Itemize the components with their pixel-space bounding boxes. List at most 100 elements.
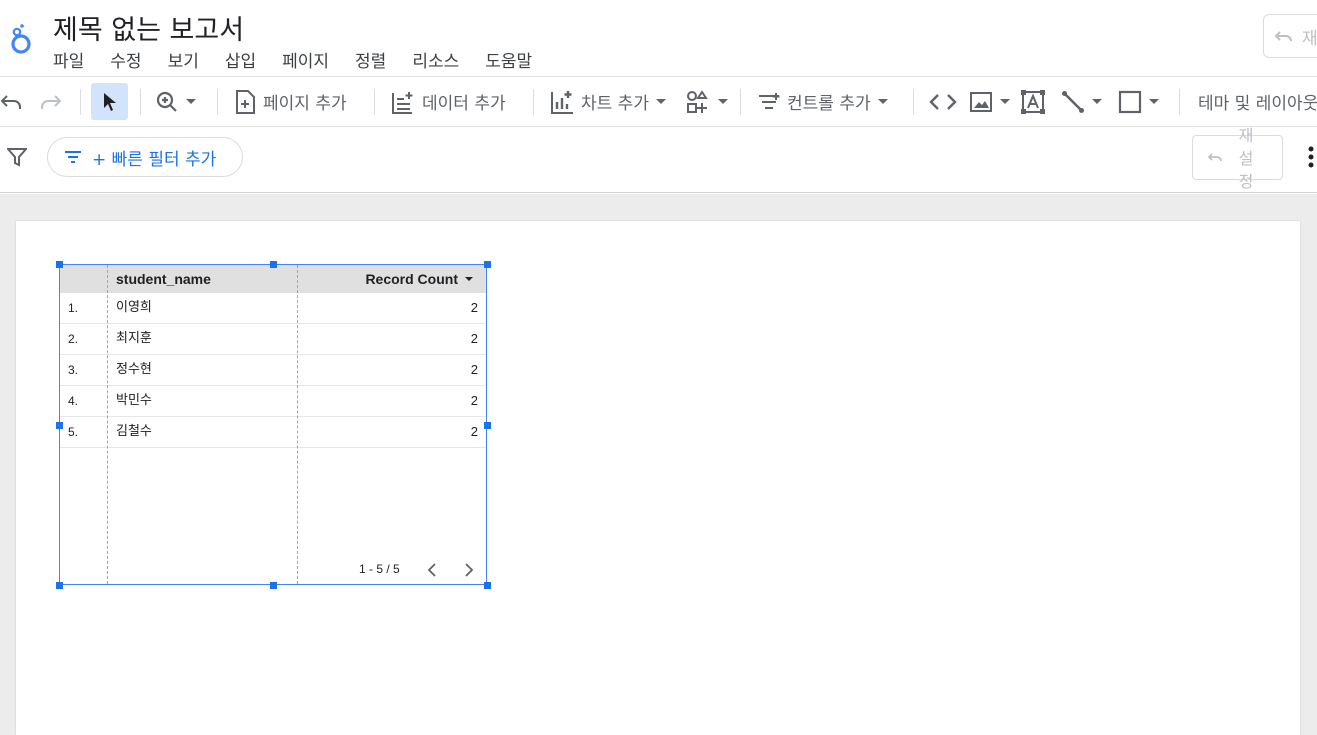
resize-handle[interactable] bbox=[56, 422, 63, 429]
add-chart-label: 차트 추가 bbox=[581, 94, 649, 114]
chevron-down-icon bbox=[186, 98, 196, 104]
menu-help[interactable]: 도움말 bbox=[485, 47, 532, 72]
reset-label: 재설정 bbox=[1238, 126, 1254, 191]
undo-icon bbox=[1274, 31, 1292, 42]
table-row[interactable]: 4. 박민수 2 bbox=[60, 386, 486, 417]
text-icon bbox=[1021, 89, 1045, 114]
menu-edit[interactable]: 수정 bbox=[110, 47, 141, 72]
resize-handle[interactable] bbox=[270, 261, 277, 268]
chevron-down-icon bbox=[1092, 98, 1102, 104]
record-count-cell: 2 bbox=[470, 424, 478, 439]
add-chart-button[interactable]: 차트 추가 bbox=[549, 77, 667, 126]
table-chart[interactable]: student_name Record Count 1. 이영희 2 2. 최지… bbox=[59, 264, 487, 585]
table-header: student_name Record Count bbox=[60, 265, 486, 293]
menu-arrange[interactable]: 정렬 bbox=[355, 47, 386, 72]
resize-handle[interactable] bbox=[484, 582, 491, 589]
chevron-down-icon bbox=[718, 98, 728, 104]
resize-handle[interactable] bbox=[270, 582, 277, 589]
record-count-cell: 2 bbox=[470, 362, 478, 377]
undo-icon bbox=[1207, 153, 1222, 162]
image-button[interactable] bbox=[969, 77, 1011, 126]
resize-handle[interactable] bbox=[484, 422, 491, 429]
add-page-label: 페이지 추가 bbox=[263, 94, 347, 114]
menu-bar: 파일 수정 보기 삽입 페이지 정렬 리소스 도움말 bbox=[53, 47, 558, 72]
add-quick-filter-button[interactable]: + 빠른 필터 추가 bbox=[47, 137, 243, 177]
student-name-cell: 김철수 bbox=[116, 424, 152, 439]
add-control-label: 컨트롤 추가 bbox=[787, 94, 871, 114]
image-icon bbox=[970, 91, 992, 112]
resize-handle[interactable] bbox=[484, 261, 491, 268]
table-row[interactable]: 2. 최지훈 2 bbox=[60, 324, 486, 355]
filter-list-icon bbox=[65, 151, 81, 163]
student-name-cell: 이영희 bbox=[116, 300, 152, 315]
record-count-cell: 2 bbox=[470, 300, 478, 315]
sort-desc-icon[interactable] bbox=[464, 276, 474, 282]
select-tool-button[interactable] bbox=[91, 83, 128, 120]
row-index: 5. bbox=[68, 425, 79, 439]
student-name-cell: 박민수 bbox=[116, 393, 152, 408]
column-divider[interactable] bbox=[297, 265, 298, 584]
row-index: 1. bbox=[68, 301, 79, 315]
menu-insert[interactable]: 삽입 bbox=[225, 47, 256, 72]
student-name-cell: 최지훈 bbox=[116, 331, 152, 346]
zoom-icon bbox=[156, 91, 177, 112]
undo-icon bbox=[0, 94, 21, 109]
table-row[interactable]: 5. 김철수 2 bbox=[60, 417, 486, 448]
theme-layout-button[interactable]: 테마 및 레이아웃 bbox=[1198, 77, 1317, 126]
shape-button[interactable] bbox=[1118, 77, 1160, 126]
add-quick-filter-label: + 빠른 필터 추가 bbox=[92, 149, 217, 170]
column-divider[interactable] bbox=[107, 265, 108, 584]
record-count-cell: 2 bbox=[470, 393, 478, 408]
text-button[interactable] bbox=[1020, 77, 1046, 126]
zoom-button[interactable] bbox=[155, 77, 197, 126]
looker-studio-logo-icon[interactable] bbox=[8, 20, 36, 56]
pagination-label: 1 - 5 / 5 bbox=[359, 562, 400, 576]
menu-file[interactable]: 파일 bbox=[53, 47, 84, 72]
code-icon bbox=[929, 93, 957, 110]
line-icon bbox=[1062, 90, 1084, 113]
toolbar: 페이지 추가 데이터 추가 차트 추가 컨트롤 추가 테마 및 레이아웃 bbox=[0, 76, 1317, 127]
row-index: 4. bbox=[68, 394, 79, 408]
resize-handle[interactable] bbox=[56, 261, 63, 268]
cursor-icon bbox=[103, 92, 116, 111]
add-control-button[interactable]: 컨트롤 추가 bbox=[757, 77, 889, 126]
chevron-right-icon[interactable] bbox=[464, 563, 474, 577]
reset-top-button[interactable]: 재 bbox=[1263, 14, 1317, 58]
menu-view[interactable]: 보기 bbox=[168, 47, 199, 72]
redo-icon bbox=[41, 94, 62, 109]
undo-button[interactable] bbox=[0, 77, 24, 126]
row-index: 3. bbox=[68, 363, 79, 377]
add-data-icon bbox=[392, 91, 413, 114]
line-button[interactable] bbox=[1061, 77, 1103, 126]
add-data-button[interactable]: 데이터 추가 bbox=[390, 77, 506, 126]
filter-icon[interactable] bbox=[7, 147, 27, 167]
add-data-label: 데이터 추가 bbox=[422, 94, 506, 114]
reset-button[interactable]: 재설정 bbox=[1192, 126, 1283, 191]
table-row[interactable]: 3. 정수현 2 bbox=[60, 355, 486, 386]
add-page-button[interactable]: 페이지 추가 bbox=[233, 77, 347, 126]
add-page-icon bbox=[236, 89, 255, 114]
report-title[interactable]: 제목 없는 보고서 bbox=[53, 8, 244, 47]
resize-handle[interactable] bbox=[56, 582, 63, 589]
column-header-student-name[interactable]: student_name bbox=[116, 265, 211, 293]
rectangle-icon bbox=[1118, 90, 1142, 113]
add-chart-icon bbox=[551, 90, 573, 114]
theme-layout-label: 테마 및 레이아웃 bbox=[1198, 94, 1317, 114]
chevron-left-icon[interactable] bbox=[427, 563, 437, 577]
add-control-icon bbox=[759, 92, 780, 109]
add-component-button[interactable] bbox=[685, 77, 729, 126]
reset-top-label: 재 bbox=[1302, 28, 1317, 49]
menu-resource[interactable]: 리소스 bbox=[412, 47, 459, 72]
student-name-cell: 정수현 bbox=[116, 362, 152, 377]
row-index: 2. bbox=[68, 332, 79, 346]
chevron-down-icon bbox=[1000, 98, 1010, 104]
table-row[interactable]: 1. 이영희 2 bbox=[60, 293, 486, 324]
column-header-record-count[interactable]: Record Count bbox=[365, 265, 458, 293]
embed-url-button[interactable] bbox=[929, 77, 957, 126]
redo-button[interactable] bbox=[38, 77, 62, 126]
record-count-cell: 2 bbox=[470, 331, 478, 346]
menu-page[interactable]: 페이지 bbox=[282, 47, 329, 72]
chevron-down-icon bbox=[877, 98, 888, 104]
more-vert-icon[interactable] bbox=[1307, 145, 1315, 169]
chevron-down-icon bbox=[1149, 98, 1159, 104]
